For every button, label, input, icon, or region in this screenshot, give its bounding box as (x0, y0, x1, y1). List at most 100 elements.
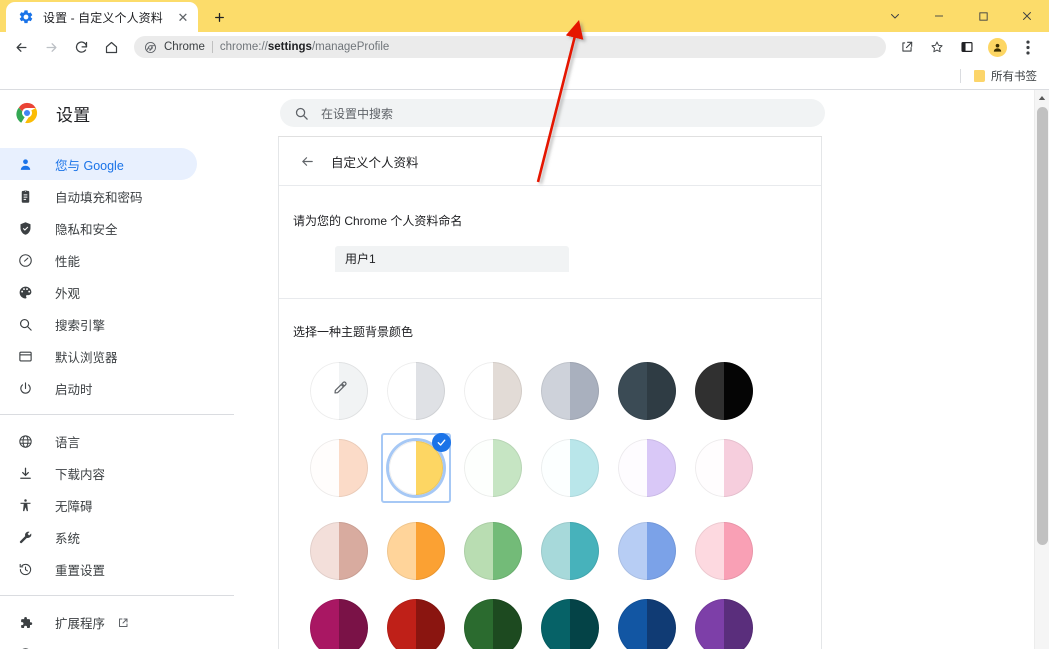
swatch-dusty-rose[interactable] (310, 522, 368, 580)
profile-avatar-icon[interactable] (988, 37, 1007, 57)
search-placeholder: 在设置中搜索 (321, 106, 394, 121)
swatch-half-right (339, 599, 368, 649)
sidebar-item-label: 默认浏览器 (55, 350, 118, 365)
swatch-navy[interactable] (618, 599, 676, 649)
sidebar-item-downloads[interactable]: 下载内容 (0, 457, 250, 489)
share-icon[interactable] (894, 34, 920, 60)
sidebar-item-extensions[interactable]: 扩展程序 (0, 606, 250, 638)
sidebar-item-you-and-google[interactable]: 您与 Google (0, 148, 197, 180)
subpage-header: 自定义个人资料 (279, 137, 821, 185)
sidebar-item-reset-settings[interactable]: 重置设置 (0, 553, 250, 585)
tab-search-button[interactable] (873, 0, 917, 32)
swatch-pale-purple[interactable] (618, 439, 676, 497)
swatch-pale-pink[interactable] (695, 439, 753, 497)
swatch-circle (541, 362, 599, 420)
swatch-circle (695, 522, 753, 580)
swatch-circle (387, 599, 445, 649)
tab-close-icon[interactable]: ✕ (174, 8, 192, 26)
swatch-dark-teal[interactable] (541, 599, 599, 649)
search-icon (17, 316, 34, 333)
swatch-pale-peach[interactable] (310, 439, 368, 497)
sidebar-item-appearance[interactable]: 外观 (0, 276, 250, 308)
sidebar-divider-1 (0, 414, 234, 415)
sidebar-item-on-startup[interactable]: 启动时 (0, 372, 250, 404)
maximize-button[interactable] (961, 0, 1005, 32)
custom-color-picker[interactable] (310, 362, 368, 420)
swatch-circle (464, 522, 522, 580)
swatch-forest-green[interactable] (464, 599, 522, 649)
swatch-half-right (416, 599, 445, 649)
swatch-yellow[interactable] (381, 433, 451, 503)
scrollbar-thumb[interactable] (1037, 107, 1048, 545)
reload-icon[interactable] (68, 34, 94, 60)
swatch-half-left (618, 362, 647, 420)
swatch-dark-slate[interactable] (618, 362, 676, 420)
search-input[interactable]: 在设置中搜索 (280, 99, 825, 127)
swatch-white-grey[interactable] (387, 362, 445, 420)
chrome-logo-icon (16, 102, 38, 124)
swatch-half-right (416, 362, 445, 420)
address-bar[interactable]: Chrome chrome://settings/manageProfile (134, 36, 886, 58)
sidebar-item-languages[interactable]: 语言 (0, 425, 250, 457)
home-icon[interactable] (98, 34, 124, 60)
profile-name-input[interactable] (335, 246, 569, 272)
sidebar-item-search-engine[interactable]: 搜索引擎 (0, 308, 250, 340)
close-button[interactable] (1005, 0, 1049, 32)
swatch-half-left (541, 599, 570, 649)
swatch-teal[interactable] (541, 522, 599, 580)
new-tab-button[interactable] (205, 3, 233, 31)
swatch-half-right (647, 362, 676, 420)
swatch-circle (618, 439, 676, 497)
swatch-circle (695, 439, 753, 497)
sidebar-item-default-browser[interactable]: 默认浏览器 (0, 340, 250, 372)
side-panel-icon[interactable] (954, 34, 980, 60)
folder-icon (974, 69, 985, 82)
swatch-circle (618, 522, 676, 580)
customize-profile-card: 自定义个人资料 请为您的 Chrome 个人资料命名 选择一种主题背景颜色 (278, 137, 822, 649)
swatch-black[interactable] (695, 362, 753, 420)
sidebar-item-privacy[interactable]: 隐私和安全 (0, 212, 250, 244)
swatch-green[interactable] (464, 522, 522, 580)
swatch-red[interactable] (387, 599, 445, 649)
back-arrow-icon[interactable] (8, 34, 34, 60)
swatch-half-left (464, 599, 493, 649)
sidebar-item-autofill[interactable]: 自动填充和密码 (0, 180, 250, 212)
globe-icon (17, 433, 34, 450)
sidebar-item-system[interactable]: 系统 (0, 521, 250, 553)
three-dot-menu-icon[interactable] (1015, 34, 1041, 60)
swatch-blue[interactable] (618, 522, 676, 580)
sidebar-item-performance[interactable]: 性能 (0, 244, 250, 276)
swatch-pink[interactable] (695, 522, 753, 580)
star-icon[interactable] (924, 34, 950, 60)
sidebar-item-label: 外观 (55, 286, 81, 301)
swatch-circle (695, 599, 753, 649)
browser-toolbar: Chrome chrome://settings/manageProfile (0, 32, 1049, 62)
swatch-half-right (724, 599, 753, 649)
swatch-circle (618, 362, 676, 420)
swatch-magenta[interactable] (310, 599, 368, 649)
sidebar-item-about-chrome[interactable]: 关于 Chrome (0, 638, 250, 649)
minimize-button[interactable] (917, 0, 961, 32)
swatch-orange[interactable] (387, 522, 445, 580)
swatch-pale-green[interactable] (464, 439, 522, 497)
swatch-white-beige[interactable] (464, 362, 522, 420)
browser-tab[interactable]: 设置 - 自定义个人资料 ✕ (6, 2, 198, 32)
sidebar-item-label: 扩展程序 (55, 616, 106, 631)
swatch-pale-cyan[interactable] (541, 439, 599, 497)
theme-color-label: 选择一种主题背景颜色 (293, 325, 414, 339)
swatch-grey-blue[interactable] (541, 362, 599, 420)
url-host: settings (267, 41, 312, 53)
forward-arrow-icon[interactable] (38, 34, 64, 60)
settings-content: 自定义个人资料 请为您的 Chrome 个人资料命名 选择一种主题背景颜色 (250, 136, 1034, 649)
back-arrow-icon[interactable] (293, 147, 321, 175)
page-scrollbar[interactable] (1034, 90, 1049, 649)
swatch-half-left (541, 439, 570, 497)
omnibox-divider (211, 41, 213, 53)
swatch-purple[interactable] (695, 599, 753, 649)
scroll-up-arrow-icon[interactable] (1035, 90, 1049, 105)
sidebar-item-accessibility[interactable]: 无障碍 (0, 489, 250, 521)
all-bookmarks-button[interactable]: 所有书签 (970, 66, 1041, 86)
swatch-circle (387, 522, 445, 580)
swatch-half-right (339, 522, 368, 580)
chrome-outline-icon (17, 646, 34, 649)
